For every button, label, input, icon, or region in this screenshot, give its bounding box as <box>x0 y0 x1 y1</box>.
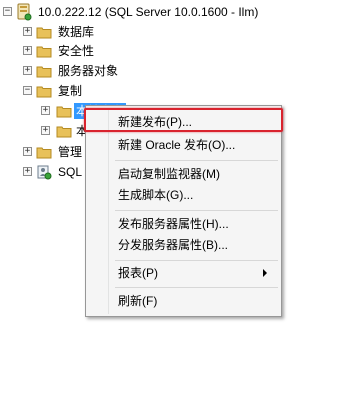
tree-root-server[interactable]: − 10.0.222.12 (SQL Server 10.0.1600 - Il… <box>2 3 332 21</box>
menu-item-label: 启动复制监视器(M) <box>118 167 220 181</box>
folder-icon <box>36 147 52 159</box>
menu-item-publisher-properties[interactable]: 发布服务器属性(H)... <box>88 213 279 235</box>
tree-node-security[interactable]: + 安全性 <box>20 42 140 60</box>
menu-item-label: 生成脚本(G)... <box>118 188 194 202</box>
expand-toggle[interactable]: + <box>41 106 50 115</box>
folder-icon <box>36 86 52 98</box>
tree-node-label: 管理 <box>58 145 83 159</box>
folder-icon <box>56 126 72 138</box>
tree-node-label: SQL <box>58 165 83 179</box>
menu-separator <box>115 210 278 211</box>
menu-item-generate-scripts[interactable]: 生成脚本(G)... <box>88 184 279 206</box>
server-icon <box>17 3 32 21</box>
expand-toggle[interactable]: + <box>23 27 32 36</box>
menu-separator <box>115 287 278 288</box>
collapse-toggle[interactable]: − <box>23 86 32 95</box>
folder-icon <box>36 66 52 78</box>
tree-node-management[interactable]: + 管理 <box>20 143 90 161</box>
tree-node-label: 复制 <box>58 84 83 98</box>
expand-toggle[interactable]: + <box>23 46 32 55</box>
tree-node-server-objects[interactable]: + 服务器对象 <box>20 62 160 80</box>
menu-item-distributor-properties[interactable]: 分发服务器属性(B)... <box>88 234 279 256</box>
menu-item-refresh[interactable]: 刷新(F) <box>88 290 279 312</box>
folder-icon <box>56 106 72 118</box>
context-menu: 新建发布(P)... 新建 Oracle 发布(O)... 启动复制监视器(M)… <box>85 105 282 317</box>
tree-node-label: 安全性 <box>58 44 95 58</box>
menu-item-label: 刷新(F) <box>118 294 158 308</box>
menu-item-label: 发布服务器属性(H)... <box>118 217 229 231</box>
expand-toggle[interactable]: + <box>23 66 32 75</box>
folder-icon <box>36 27 52 39</box>
sql-agent-icon <box>37 165 52 180</box>
menu-item-launch-replication-monitor[interactable]: 启动复制监视器(M) <box>88 163 279 185</box>
menu-item-new-oracle-publication[interactable]: 新建 Oracle 发布(O)... <box>88 134 279 156</box>
tree-node-label: 数据库 <box>58 25 95 39</box>
tree-node-databases[interactable]: + 数据库 <box>20 23 140 41</box>
menu-item-label: 分发服务器属性(B)... <box>118 238 228 252</box>
menu-item-label: 报表(P) <box>118 266 158 280</box>
highlight-box <box>84 108 283 132</box>
menu-item-reports[interactable]: 报表(P) <box>88 262 279 284</box>
expand-toggle[interactable]: + <box>23 167 32 176</box>
collapse-toggle[interactable]: − <box>3 7 12 16</box>
expand-toggle[interactable]: + <box>41 126 50 135</box>
submenu-arrow-icon <box>263 269 267 277</box>
menu-item-label: 新建 Oracle 发布(O)... <box>118 138 236 152</box>
server-label: 10.0.222.12 (SQL Server 10.0.1600 - Ilm) <box>38 5 259 19</box>
tree-node-replication[interactable]: − 复制 <box>20 82 140 100</box>
tree-node-sql-agent[interactable]: + SQL <box>20 163 90 181</box>
menu-separator <box>115 160 278 161</box>
tree-node-label: 服务器对象 <box>58 64 119 78</box>
menu-separator <box>115 260 278 261</box>
folder-icon <box>36 46 52 58</box>
expand-toggle[interactable]: + <box>23 147 32 156</box>
